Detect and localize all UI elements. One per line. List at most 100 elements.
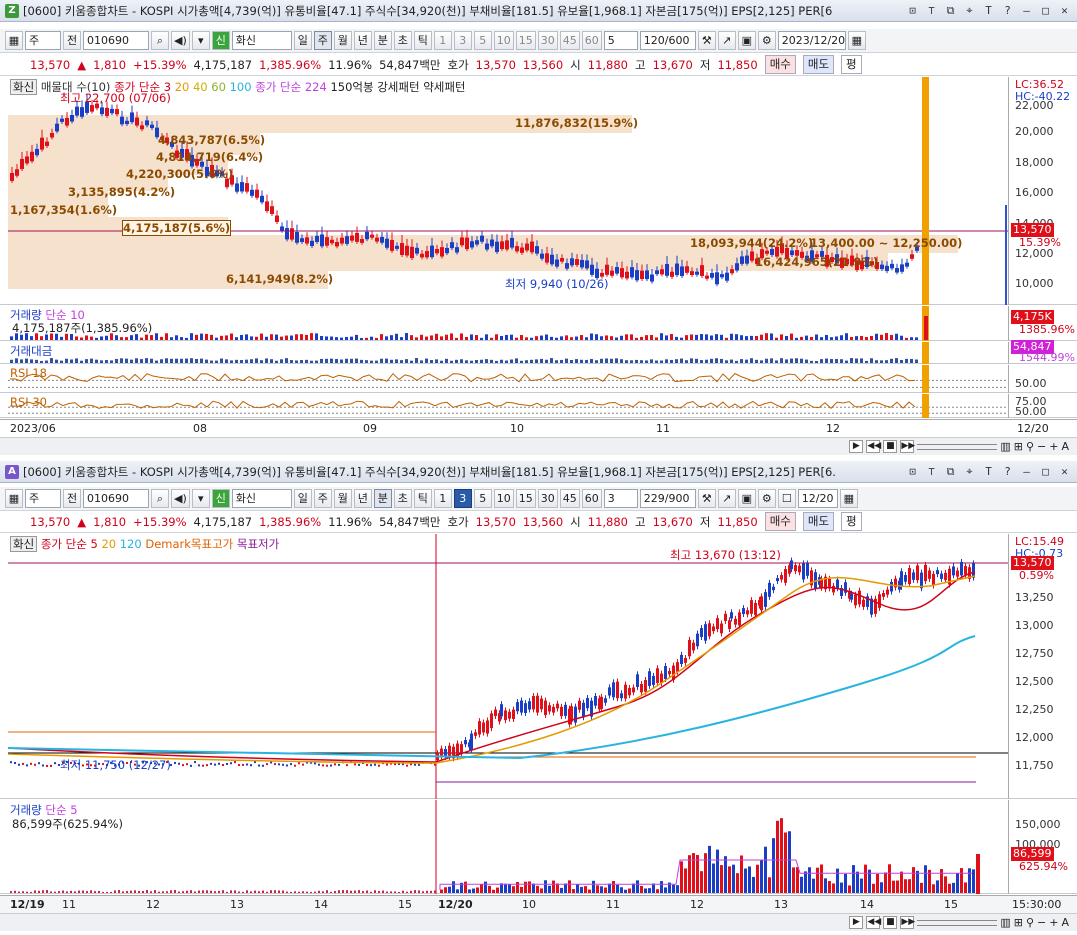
window2-min-30[interactable]: 30 xyxy=(537,489,558,508)
window2-count-input[interactable]: 229/900 xyxy=(639,489,696,508)
minus-icon[interactable]: − xyxy=(1037,916,1046,929)
window1-close-icon[interactable]: ✕ xyxy=(1056,3,1073,19)
window2-legend-ma20[interactable]: 20 xyxy=(101,537,116,551)
window1-legend-ma20[interactable]: 20 xyxy=(175,80,190,94)
window1-draw-icon[interactable]: ↗ xyxy=(717,31,736,50)
window1-min-30[interactable]: 30 xyxy=(537,31,558,50)
window1-search-icon[interactable]: ⌕ xyxy=(151,31,169,50)
window2-volume-title[interactable]: 거래량 xyxy=(10,803,42,817)
window2-sell-button[interactable]: 매도 xyxy=(802,512,835,531)
scroll-stop-icon[interactable]: ■ xyxy=(883,916,898,929)
window2-top-icon[interactable]: ⊤ xyxy=(923,464,940,480)
window1-period-month[interactable]: 월 xyxy=(333,31,352,50)
scroll-last-icon[interactable]: ▶▶ xyxy=(900,916,915,929)
window2-close-icon[interactable]: ✕ xyxy=(1056,464,1073,480)
window1-eval-button[interactable]: 평 xyxy=(841,55,862,74)
window1-period-week[interactable]: 주 xyxy=(313,31,332,50)
window2-search-icon[interactable]: ⌕ xyxy=(151,489,169,508)
plus-icon[interactable]: + xyxy=(1049,440,1058,453)
window2-scrollbar[interactable]: ▶ ◀◀ ■ ▶▶ ▥ ⊞ ⚲ − + A xyxy=(0,913,1077,931)
window2-font-icon[interactable]: T xyxy=(980,464,997,480)
plus-icon[interactable]: + xyxy=(1049,916,1058,929)
window2-restore-icon[interactable]: ⧉ xyxy=(942,464,959,480)
window2-checkbox[interactable]: ☐ xyxy=(777,489,796,508)
window2-link-icon[interactable]: ⌖ xyxy=(961,464,978,480)
window1-help-icon[interactable]: ? xyxy=(999,3,1016,19)
window1-maximize-icon[interactable]: □ xyxy=(1037,3,1054,19)
window2-min-45[interactable]: 45 xyxy=(559,489,580,508)
layout-icon[interactable]: ▥ xyxy=(1000,440,1010,453)
window1-num-select[interactable]: 5 xyxy=(603,31,638,50)
window2-arrow-icon[interactable]: ▾ xyxy=(191,489,210,508)
window1-date-input[interactable]: 2023/12/20 xyxy=(777,31,846,50)
window2-legend-demark-low[interactable]: 목표저가 xyxy=(237,537,279,551)
window2-sound-icon[interactable]: ◀) xyxy=(171,489,190,508)
window1-top-icon[interactable]: ⊤ xyxy=(923,3,940,19)
window2-date-input[interactable]: 12/20 xyxy=(797,489,838,508)
window1-amount-title[interactable]: 거래대금 xyxy=(10,343,52,359)
window2-buy-button[interactable]: 매수 xyxy=(764,512,796,531)
window1-period-day[interactable]: 일 xyxy=(293,31,312,50)
grid-icon[interactable]: ⊞ xyxy=(1014,440,1023,453)
window2-period-year[interactable]: 년 xyxy=(353,489,372,508)
window1-prev-button[interactable]: 전 xyxy=(63,31,81,50)
font-a-icon[interactable]: A xyxy=(1061,916,1069,929)
window2-min-1[interactable]: 1 xyxy=(433,489,452,508)
window1-min-10[interactable]: 10 xyxy=(493,31,514,50)
window1-settings-icon[interactable]: ⚙ xyxy=(757,31,776,50)
window1-calendar-icon[interactable]: ▦ xyxy=(847,31,866,50)
window2-period-day[interactable]: 일 xyxy=(293,489,312,508)
window1-pin-icon[interactable]: ⊡ xyxy=(904,3,921,19)
window1-minimize-icon[interactable]: — xyxy=(1018,3,1035,19)
window1-name-field[interactable]: 화신 xyxy=(231,31,292,50)
window1-legend-bull[interactable]: 150억봉 강세패턴 xyxy=(330,80,419,94)
window1-min-5[interactable]: 5 xyxy=(473,31,492,50)
window1-rsi30-title[interactable]: RSI 30 xyxy=(10,395,47,409)
font-a-icon[interactable]: A xyxy=(1061,440,1069,453)
window2-legend-demark-high[interactable]: Demark목표고가 xyxy=(145,537,233,551)
window2-period-week[interactable]: 주 xyxy=(313,489,332,508)
window2-draw-icon[interactable]: ↗ xyxy=(717,489,736,508)
grid-icon[interactable]: ⊞ xyxy=(1014,916,1023,929)
window1-legend-ma224[interactable]: 224 xyxy=(305,80,327,94)
zoom-out-icon[interactable]: ⚲ xyxy=(1026,916,1034,929)
scroll-first-icon[interactable]: ◀◀ xyxy=(866,916,881,929)
window2-num-select[interactable]: 3 xyxy=(603,489,638,508)
window1-link-icon[interactable]: ⌖ xyxy=(961,3,978,19)
layout-icon[interactable]: ▥ xyxy=(1000,916,1010,929)
window1-period-year[interactable]: 년 xyxy=(353,31,372,50)
window2-menu-icon[interactable]: ▦ xyxy=(5,489,23,508)
window2-legend-ma120[interactable]: 120 xyxy=(120,537,142,551)
window2-settings-icon[interactable]: ⚙ xyxy=(757,489,776,508)
window1-period-tick[interactable]: 틱 xyxy=(413,31,432,50)
window1-font-icon[interactable]: T xyxy=(980,3,997,19)
window2-eval-button[interactable]: 평 xyxy=(841,512,862,531)
window2-calendar-icon[interactable]: ▦ xyxy=(839,489,858,508)
window1-scrollbar[interactable]: ▶ ◀◀ ■ ▶▶ ▥ ⊞ ⚲ − + A xyxy=(0,437,1077,455)
window2-legend-ma5[interactable]: 종가 단순 5 xyxy=(41,537,98,551)
window1-min-45[interactable]: 45 xyxy=(559,31,580,50)
window2-min-60[interactable]: 60 xyxy=(581,489,602,508)
window1-legend-name[interactable]: 화신 xyxy=(10,79,38,95)
window1-period-second[interactable]: 초 xyxy=(393,31,412,50)
window1-code-input[interactable]: 010690 xyxy=(83,31,149,50)
window1-type-select[interactable]: 주 xyxy=(25,31,61,50)
window1-min-60[interactable]: 60 xyxy=(581,31,602,50)
scroll-right-icon[interactable]: ▶ xyxy=(849,440,864,453)
window2-help-icon[interactable]: ? xyxy=(999,464,1016,480)
window1-legend-bear[interactable]: 약세패턴 xyxy=(423,80,465,94)
zoom-slider[interactable] xyxy=(917,443,998,450)
window2-volume-ma[interactable]: 단순 5 xyxy=(45,803,77,817)
window1-min-15[interactable]: 15 xyxy=(515,31,536,50)
window1-sell-button[interactable]: 매도 xyxy=(802,55,835,74)
window1-count-input[interactable]: 120/600 xyxy=(639,31,696,50)
window2-maximize-icon[interactable]: □ xyxy=(1037,464,1054,480)
window1-sound-icon[interactable]: ◀) xyxy=(171,31,190,50)
window1-legend-ma224-label[interactable]: 종가 단순 xyxy=(255,80,301,94)
window2-legend-name[interactable]: 화신 xyxy=(10,536,38,552)
window1-min-1[interactable]: 1 xyxy=(433,31,452,50)
window1-menu-icon[interactable]: ▦ xyxy=(5,31,23,50)
window1-period-minute[interactable]: 분 xyxy=(373,31,392,50)
window1-buy-button[interactable]: 매수 xyxy=(764,55,796,74)
window1-save-icon[interactable]: ▣ xyxy=(737,31,756,50)
